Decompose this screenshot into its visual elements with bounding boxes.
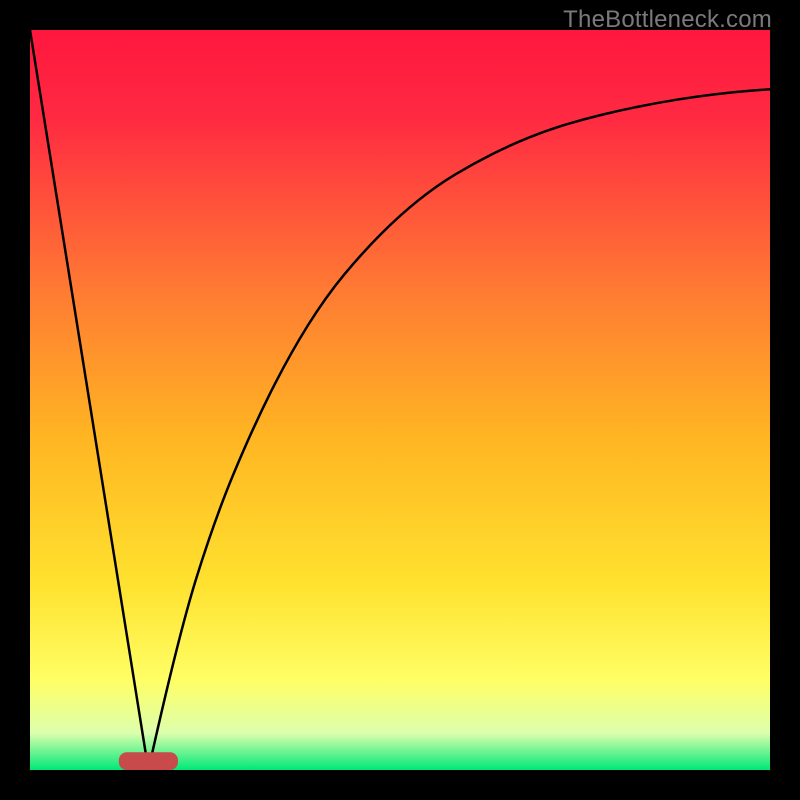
gradient-background [30, 30, 770, 770]
bottleneck-plot [30, 30, 770, 770]
chart-container: TheBottleneck.com [0, 0, 800, 800]
optimal-marker [119, 752, 178, 770]
